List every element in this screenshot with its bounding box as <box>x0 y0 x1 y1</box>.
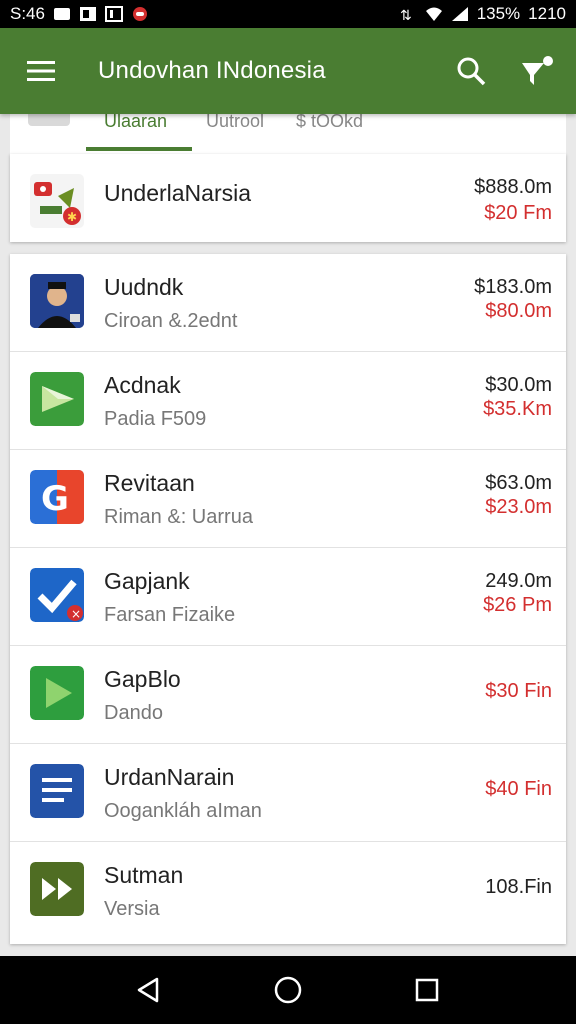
signal-icon <box>451 7 468 21</box>
notification-box-icon <box>104 6 123 22</box>
svg-text:✱: ✱ <box>67 210 77 224</box>
tab-partial-icon <box>28 114 70 126</box>
item-subtitle: Ciroan &.2ednt <box>104 310 238 332</box>
list-item[interactable]: Uudndk Ciroan &.2ednt $183.0m $80.0m <box>10 254 566 352</box>
item-price: $30.0m <box>485 374 552 396</box>
status-time: S:46 <box>10 4 45 23</box>
tab-uutrool[interactable]: Uutrool <box>206 114 264 154</box>
status-bar: S:46 ⇅ 135% 1210 <box>0 0 576 28</box>
featured-price: $888.0m <box>474 176 552 198</box>
back-button[interactable] <box>132 973 166 1007</box>
notification-red-icon <box>132 7 147 21</box>
page-title: Undovhan INdonesia <box>98 57 326 84</box>
notification-icon <box>53 8 70 20</box>
featured-row[interactable]: ✱ UnderlaNarsia $888.0m $20 Fm <box>10 154 566 252</box>
fast-forward-icon <box>30 862 84 916</box>
search-icon <box>457 57 486 86</box>
battery-level: 135% <box>476 4 521 23</box>
item-price-change: $23.0m <box>485 496 552 518</box>
featured-app-icon: ✱ <box>30 174 84 228</box>
item-subtitle: Farsan Fizaike <box>104 604 236 626</box>
item-price-change: $26 Pm <box>483 594 552 616</box>
document-list-icon <box>30 764 84 818</box>
list-item[interactable]: Acdnak Padia F509 $30.0m $35.Km <box>10 352 566 450</box>
notification-app-icon <box>79 7 96 21</box>
app-bar: Undovhan INdonesia <box>0 28 576 114</box>
home-button[interactable] <box>271 973 305 1007</box>
featured-name: UnderlaNarsia <box>104 180 252 206</box>
list-item[interactable]: G Revitaan Riman &: Uarrua $63.0m $23.0m <box>10 450 566 548</box>
app-list: Uudndk Ciroan &.2ednt $183.0m $80.0m Acd… <box>10 254 566 944</box>
tab-bar: Ulaaran Uutrool $ tOOkd <box>10 114 566 154</box>
svg-text:×: × <box>71 607 81 621</box>
recents-square-icon <box>415 978 438 1002</box>
item-subtitle: Riman &: Uarrua <box>104 506 253 528</box>
featured-price-change: $20 Fm <box>484 202 552 224</box>
filter-icon <box>522 56 553 85</box>
system-nav-bar <box>0 956 576 1024</box>
featured-card[interactable]: ✱ UnderlaNarsia $888.0m $20 Fm <box>10 154 566 242</box>
play-arrow-icon <box>30 666 84 720</box>
tab-tookd[interactable]: $ tOOkd <box>296 114 363 154</box>
portrait-icon <box>30 274 84 328</box>
item-subtitle: Dando <box>104 702 163 724</box>
item-price-change: $35.Km <box>483 398 552 420</box>
item-price-change: $40 Fin <box>485 778 552 800</box>
item-name: GapBlo <box>104 666 181 692</box>
item-price: 249.0m <box>485 570 552 592</box>
content-area: Ulaaran Uutrool $ tOOkd ✱ UnderlaNarsia … <box>0 114 576 956</box>
home-circle-icon <box>274 976 302 1004</box>
checkmark-icon: × <box>30 568 84 622</box>
list-item[interactable]: GapBlo Dando $30 Fin <box>10 646 566 744</box>
item-name: Gapjank <box>104 568 190 594</box>
item-price: 108.Fin <box>485 876 552 898</box>
back-triangle-icon <box>138 977 159 1003</box>
menu-button[interactable] <box>24 54 58 88</box>
item-price-change: $30 Fin <box>485 680 552 702</box>
data-icon: ⇅ <box>400 8 412 22</box>
tab-indicator <box>86 147 192 151</box>
recents-button[interactable] <box>410 973 444 1007</box>
status-clock: 1210 <box>528 4 566 23</box>
svg-text:G: G <box>41 479 69 519</box>
list-item[interactable]: Sutman Versia 108.Fin <box>10 842 566 940</box>
flag-icon: ✱ <box>34 182 81 225</box>
list-item[interactable]: UrdanNarain Oogankláh aIman $40 Fin <box>10 744 566 842</box>
item-price-change: $80.0m <box>485 300 552 322</box>
search-button[interactable] <box>454 54 488 88</box>
list-item[interactable]: × Gapjank Farsan Fizaike 249.0m $26 Pm <box>10 548 566 646</box>
hamburger-menu-icon <box>27 61 55 81</box>
svg-text:⇅: ⇅ <box>400 8 412 22</box>
item-subtitle: Padia F509 <box>104 408 207 430</box>
item-name: Uudndk <box>104 274 184 300</box>
item-subtitle: Oogankláh aIman <box>104 800 262 822</box>
wifi-icon <box>425 7 442 21</box>
play-store-icon <box>30 372 84 426</box>
item-price: $63.0m <box>485 472 552 494</box>
item-subtitle: Versia <box>104 898 160 920</box>
google-g-icon: G <box>30 470 84 524</box>
item-name: Revitaan <box>104 470 195 496</box>
item-name: Acdnak <box>104 372 181 398</box>
item-price: $183.0m <box>474 276 552 298</box>
item-name: UrdanNarain <box>104 764 235 790</box>
item-name: Sutman <box>104 862 184 888</box>
filter-button[interactable] <box>520 54 554 88</box>
